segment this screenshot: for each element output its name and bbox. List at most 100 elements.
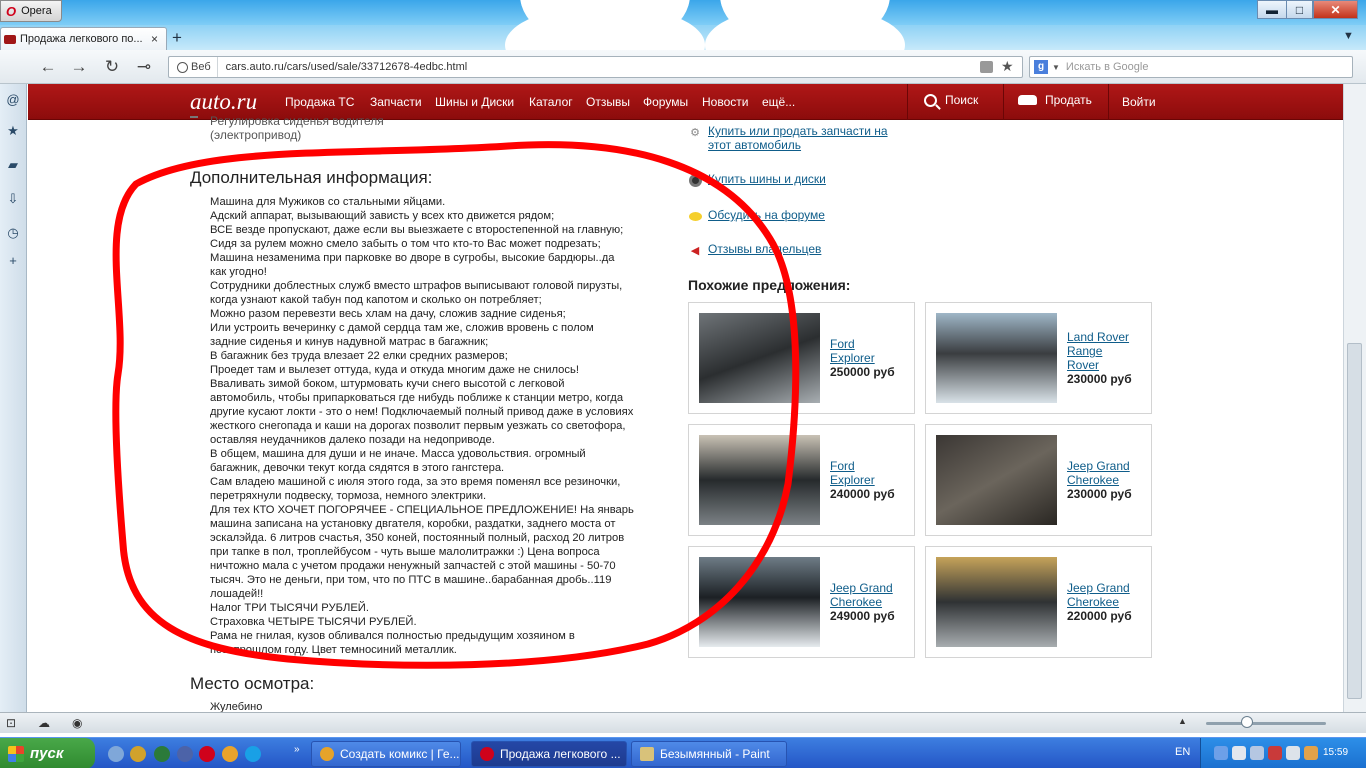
system-tray: 15:59 [1200,738,1366,768]
url-text[interactable]: cars.auto.ru/cars/used/sale/33712678-4ed… [218,61,468,73]
vertical-scrollbar[interactable] [1343,84,1366,712]
inspection-place-value: Жулебино [210,701,263,712]
offer-title-link[interactable]: Land Rover Range Rover [1067,330,1152,372]
quicklaunch-chrome-icon[interactable] [108,746,124,762]
history-clock-icon[interactable]: ◷ [4,224,22,242]
car-photo[interactable] [699,557,820,647]
sidebar-link-parts[interactable]: ⚙ Купить или продать запчасти на этот ав… [688,124,888,152]
car-photo[interactable] [936,313,1057,403]
zoom-slider-knob[interactable] [1241,716,1253,728]
car-photo[interactable] [699,435,820,525]
login-link[interactable]: Войти [1122,95,1156,109]
opera-menu-button[interactable]: O Opera [0,0,62,22]
bookmark-star-icon[interactable]: ★ [1001,58,1014,75]
site-logo[interactable]: auto.ru [190,89,257,115]
nav-tires[interactable]: Шины и Диски [435,95,514,109]
offer-price: 220000 руб [1067,609,1132,623]
address-bar[interactable]: Веб cars.auto.ru/cars/used/sale/33712678… [168,56,1023,78]
tray-icon[interactable] [1286,746,1300,760]
google-engine-icon[interactable]: g [1034,60,1048,74]
taskbar-item[interactable]: Создать комикс | Ге... [311,741,461,767]
panel-toggle-icon[interactable]: ⊡ [6,716,16,730]
close-window-button[interactable]: ✕ [1313,0,1358,19]
sidebar-link-text[interactable]: Купить или продать запчасти на этот авто… [708,124,888,152]
offer-title-link[interactable]: Jeep Grand Cherokee [830,581,915,609]
tab-close-icon[interactable]: × [151,32,158,46]
quicklaunch-skype-icon[interactable] [245,746,261,762]
sidebar-link-text[interactable]: Обсудить на форуме [708,208,825,222]
scrollbar-thumb[interactable] [1347,343,1362,699]
car-photo[interactable] [699,313,820,403]
sidebar-link-owner-reviews[interactable]: ◀ Отзывы владельцев [688,242,822,257]
nav-more[interactable]: ещё... [762,95,795,109]
quicklaunch-globe-icon[interactable] [154,746,170,762]
engine-dropdown-icon[interactable]: ▼ [1052,63,1060,72]
sidebar-link-forum[interactable]: Обсудить на форуме [688,208,825,223]
tray-icon[interactable] [1304,746,1318,760]
quicklaunch-app-icon[interactable] [130,746,146,762]
similar-offer-card[interactable]: Land Rover Range Rover 230000 руб [925,302,1152,414]
security-badge[interactable]: Веб [169,57,218,77]
quicklaunch-overflow-icon[interactable]: » [294,744,300,755]
car-photo[interactable] [936,557,1057,647]
tab-current[interactable]: Продажа легкового по... × [0,27,167,50]
car-photo[interactable] [936,435,1057,525]
opera-menu-label: Opera [21,5,52,17]
taskbar-item[interactable]: Безымянный - Paint [631,741,787,767]
back-button[interactable]: ← [37,57,59,77]
quicklaunch-app-icon[interactable] [177,746,193,762]
similar-offer-card[interactable]: Ford Explorer 250000 руб [688,302,915,414]
downloads-icon[interactable]: ⇩ [4,190,22,208]
nav-parts[interactable]: Запчасти [370,95,422,109]
sidebar-link-text[interactable]: Купить шины и диски [708,172,826,186]
similar-offer-card[interactable]: Jeep Grand Cherokee 249000 руб [688,546,915,658]
nav-reviews[interactable]: Отзывы [586,95,630,109]
offer-title-link[interactable]: Jeep Grand Cherokee [1067,581,1152,609]
tab-list-chevron-icon[interactable]: ▼ [1343,30,1354,42]
show-images-icon[interactable]: ▲ [1178,716,1187,726]
search-box[interactable]: g ▼ Искать в Google [1029,56,1353,78]
nav-forums[interactable]: Форумы [643,95,688,109]
tray-icon[interactable] [1214,746,1228,760]
maximize-button[interactable]: □ [1286,0,1313,19]
offer-title-link[interactable]: Ford Explorer [830,337,915,365]
quicklaunch-opera-icon[interactable] [199,746,215,762]
reload-button[interactable]: ↻ [101,57,123,77]
status-bar: ⊡ ☁ ◉ ▲ [0,712,1366,733]
description-block: Машина для Мужиков со стальными яйцами. … [210,195,670,657]
nav-catalog[interactable]: Каталог [529,95,573,109]
similar-offer-card[interactable]: Ford Explorer 240000 руб [688,424,915,536]
add-panel-icon[interactable]: + [4,251,22,269]
header-sell-button[interactable]: Продать [1018,93,1092,107]
offer-title-link[interactable]: Ford Explorer [830,459,915,487]
tray-icon[interactable] [1268,746,1282,760]
zoom-slider[interactable] [1206,722,1326,725]
notes-icon[interactable]: ▰ [4,156,22,174]
new-tab-button[interactable]: + [172,28,182,48]
tray-icon[interactable] [1250,746,1264,760]
feed-icon[interactable] [980,61,993,73]
taskbar-item-label: Продажа легкового ... [500,747,621,761]
opera-mail-icon[interactable]: @ [4,90,22,108]
speed-dial-icon[interactable]: ◉ [72,716,82,730]
similar-offer-card[interactable]: Jeep Grand Cherokee 230000 руб [925,424,1152,536]
option-text: Регулировка сиденья водителя (электропри… [210,114,384,142]
forward-button[interactable]: → [68,57,90,77]
clock[interactable]: 15:59 [1323,747,1348,758]
nav-news[interactable]: Новости [702,95,748,109]
minimize-button[interactable]: ▬ [1257,0,1287,19]
sidebar-link-text[interactable]: Отзывы владельцев [708,242,821,256]
taskbar-item-active[interactable]: Продажа легкового ... [471,741,627,767]
bookmarks-star-icon[interactable]: ★ [4,122,22,140]
offer-title-link[interactable]: Jeep Grand Cherokee [1067,459,1152,487]
nav-sale[interactable]: Продажа ТС [285,95,354,109]
similar-offer-card[interactable]: Jeep Grand Cherokee 220000 руб [925,546,1152,658]
sidebar-link-tires[interactable]: Купить шины и диски [688,172,826,187]
language-indicator[interactable]: EN [1175,746,1190,758]
start-button[interactable]: пуск [0,738,95,768]
tray-icon[interactable] [1232,746,1246,760]
header-search-button[interactable]: Поиск [924,93,978,107]
wand-key-button[interactable]: ⊸ [133,57,155,77]
quicklaunch-firefox-icon[interactable] [222,746,238,762]
unite-cloud-icon[interactable]: ☁ [38,716,50,730]
